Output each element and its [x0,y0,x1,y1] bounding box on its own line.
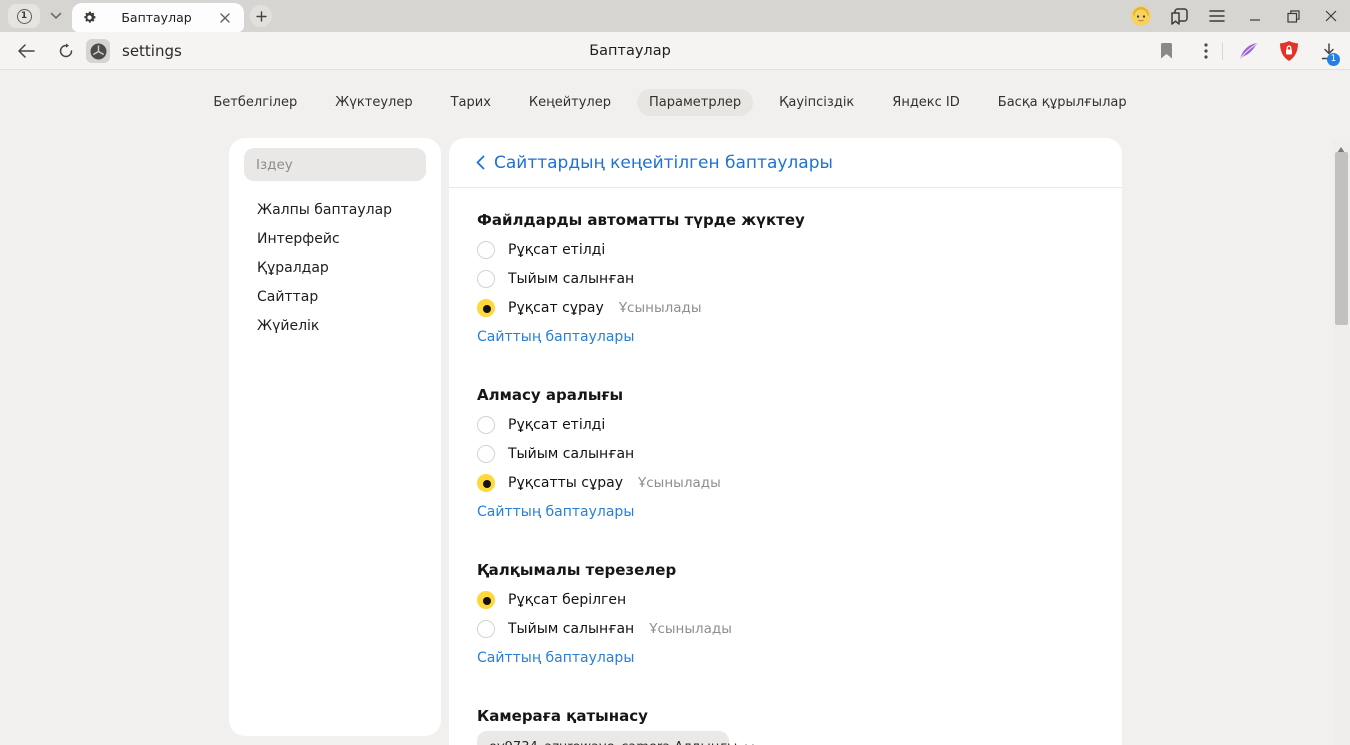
tab-count-value: 1 [17,9,32,24]
section-title: Камераға қатынасу [477,705,1094,727]
settings-nav-tabs: Бетбелгілер Жүктеулер Тарих Кеңейтулер Парам… [0,89,1340,116]
sidebar-item[interactable]: Интерфейс [229,225,441,254]
page-title: Сайттардың кеңейтілген баптаулары [494,153,833,173]
settings-section: Қалқымалы терезелер Рұқсат берілген Тыйым … [477,559,1094,672]
close-window-button[interactable] [1312,0,1350,32]
settings-section: Алмасу аралығы Рұқсат етілді Тыйым салынға… [477,384,1094,526]
extension-feather-icon[interactable] [1231,32,1267,70]
search-input[interactable] [244,148,426,181]
radio-label: Рұқсат етілді [508,242,605,258]
gear-icon [82,10,97,25]
browser-tab-bar: 1 Баптаулар [0,0,1350,32]
radio-label: Тыйым салынған [508,271,634,287]
sidebar-list: Жалпы баптауларИнтерфейсҚұралдарСайттарЖ… [229,196,441,341]
nav-tab-бетбелгілер[interactable]: Бетбелгілер [201,89,309,116]
radio-button [477,474,495,492]
radio-label: Рұқсатты сұрау [508,475,623,491]
settings-section: Камераға қатынасу ov9734_azurewave_camera… [477,705,1094,745]
sidebar-item[interactable]: Құралдар [229,254,441,283]
nav-tab-параметрлер[interactable]: Параметрлер [637,89,753,116]
camera-select-value: ov9734_azurewave_camera Алдыңғы [489,740,737,745]
reload-icon[interactable] [48,32,84,70]
radio-button [477,445,495,463]
menu-icon[interactable] [1198,0,1236,32]
minimize-button[interactable] [1236,0,1274,32]
avatar[interactable] [1122,0,1160,32]
maximize-button[interactable] [1274,0,1312,32]
protect-shield-icon[interactable] [1271,32,1307,70]
settings-sections: Файлдарды автоматты түрде жүктеу Рұқсат е… [449,188,1122,745]
settings-page: Бетбелгілер Жүктеулер Тарих Кеңейтулер Парам… [0,70,1350,745]
radio-option[interactable]: Тыйым салынған [477,264,1094,293]
close-tab-icon[interactable] [216,9,234,27]
url-text: settings [122,32,182,70]
settings-main-panel: Сайттардың кеңейтілген баптаулары Файлда… [449,138,1122,745]
collections-icon[interactable] [1160,0,1198,32]
site-settings-link[interactable]: Сайттың баптаулары [477,650,634,666]
bookmark-icon[interactable] [1148,32,1184,70]
back-to-sites-header[interactable]: Сайттардың кеңейтілген баптаулары [449,138,1122,188]
radio-option[interactable]: Рұқсат сұрау Ұсынылады [477,293,1094,322]
radio-label: Рұқсат етілді [508,417,605,433]
site-settings-link[interactable]: Сайттың баптаулары [477,329,634,345]
more-options-icon[interactable] [1188,32,1224,70]
recommended-badge: Ұсынылады [649,621,732,637]
scrollbar-thumb[interactable] [1335,152,1348,325]
toolbar-divider [1222,42,1223,60]
recommended-badge: Ұсынылады [638,475,721,491]
settings-section: Файлдарды автоматты түрде жүктеу Рұқсат е… [477,209,1094,351]
sidebar-item[interactable]: Жүйелік [229,312,441,341]
site-settings-link-row: Сайттың баптаулары [477,322,1094,351]
radio-button [477,270,495,288]
radio-button [477,591,495,609]
camera-select[interactable]: ov9734_azurewave_camera Алдыңғы [477,731,729,745]
download-badge: 1 [1327,53,1340,66]
nav-tab-қауіпсіздік[interactable]: Қауіпсіздік [767,89,866,116]
site-settings-link-row: Сайттың баптаулары [477,643,1094,672]
back-chevron-icon [476,155,485,170]
radio-option[interactable]: Рұқсат берілген [477,585,1094,614]
section-title: Алмасу аралығы [477,384,1094,406]
radio-option[interactable]: Рұқсатты сұрау Ұсынылады [477,468,1094,497]
radio-label: Рұқсат сұрау [508,300,604,316]
radio-label: Тыйым салынған [508,621,634,637]
radio-option[interactable]: Тыйым салынған [477,439,1094,468]
radio-option[interactable]: Рұқсат етілді [477,235,1094,264]
scrollbar[interactable] [1333,140,1350,745]
radio-option[interactable]: Рұқсат етілді [477,410,1094,439]
section-title: Қалқымалы терезелер [477,559,1094,581]
radio-label: Тыйым салынған [508,446,634,462]
new-tab-button[interactable] [250,5,272,27]
nav-tab-тарих[interactable]: Тарих [439,89,503,116]
radio-button [477,416,495,434]
tab-count-button[interactable]: 1 [8,4,40,28]
site-settings-link-row: Сайттың баптаулары [477,497,1094,526]
settings-sidebar: Жалпы баптауларИнтерфейсҚұралдарСайттарЖ… [229,138,441,736]
address-page-title: Баптаулар [0,32,1260,70]
radio-button [477,620,495,638]
sidebar-item[interactable]: Жалпы баптаулар [229,196,441,225]
site-settings-link[interactable]: Сайттың баптаулары [477,504,634,520]
nav-tab-жүктеулер[interactable]: Жүктеулер [323,89,424,116]
radio-option[interactable]: Тыйым салынған Ұсынылады [477,614,1094,643]
tab-list-chevron-icon[interactable] [44,4,68,28]
nav-tab-кеңейтулер[interactable]: Кеңейтулер [517,89,623,116]
section-title: Файлдарды автоматты түрде жүктеу [477,209,1094,231]
radio-label: Рұқсат берілген [508,592,626,608]
recommended-badge: Ұсынылады [619,300,702,316]
nav-tab-басқа-құрылғылар[interactable]: Басқа құрылғылар [986,89,1139,116]
radio-button [477,299,495,317]
tab-title: Баптаулар [97,10,216,25]
nav-tab-яндекс-id[interactable]: Яндекс ID [880,89,972,116]
radio-button [477,241,495,259]
sidebar-item[interactable]: Сайттар [229,283,441,312]
site-favicon [86,39,110,63]
back-icon[interactable] [8,32,44,70]
address-bar[interactable]: settings Баптаулар 1 [0,32,1350,70]
active-browser-tab[interactable]: Баптаулар [72,3,244,32]
